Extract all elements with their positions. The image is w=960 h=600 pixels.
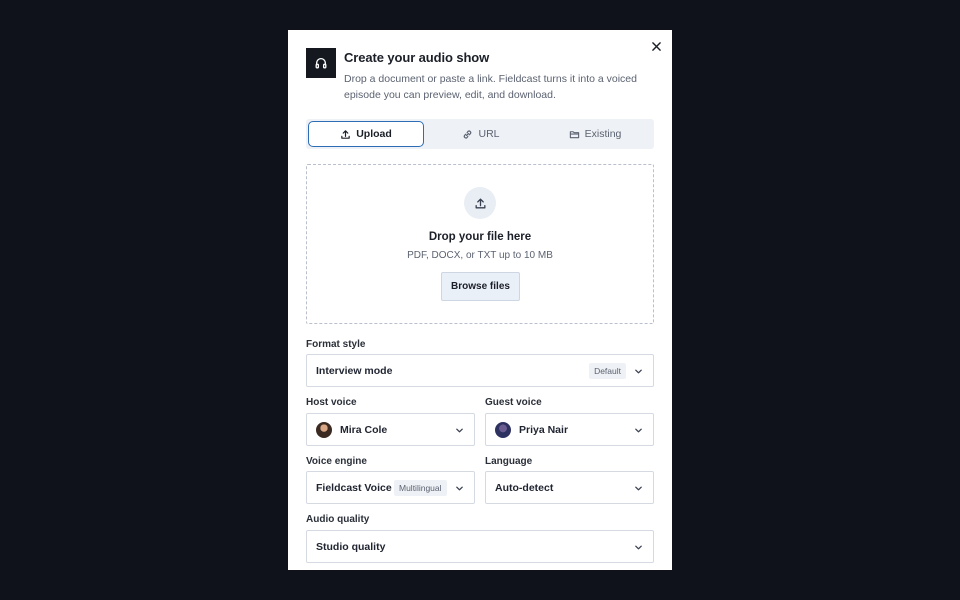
voice-engine-value: Fieldcast Voice	[316, 481, 392, 494]
format-style-select[interactable]: Interview mode Default	[306, 354, 654, 387]
create-audio-show-dialog: Create your audio show Drop a document o…	[288, 30, 672, 570]
tab-upload-label: Upload	[356, 128, 392, 140]
dropzone-hint: PDF, DOCX, or TXT up to 10 MB	[407, 250, 553, 261]
chevron-down-icon	[456, 428, 463, 433]
multilingual-badge: Multilingual	[394, 480, 447, 496]
dialog-title: Create your audio show	[344, 50, 490, 65]
tab-upload[interactable]: Upload	[308, 121, 424, 147]
audio-quality-select[interactable]: Studio quality	[306, 530, 654, 563]
format-style-label: Format style	[306, 339, 366, 350]
guest-voice-value: Priya Nair	[519, 423, 569, 436]
host-voice-label: Host voice	[306, 397, 357, 408]
format-style-value: Interview mode	[316, 364, 393, 377]
default-badge: Default	[589, 363, 626, 379]
folder-icon	[569, 130, 579, 138]
tab-existing-label: Existing	[584, 128, 622, 140]
guest-voice-select[interactable]: Priya Nair	[485, 413, 654, 446]
source-tabs: Upload URL Existing	[306, 119, 654, 149]
chevron-down-icon	[456, 486, 463, 491]
headphones-icon	[306, 48, 336, 78]
language-value: Auto-detect	[495, 481, 554, 494]
link-icon	[464, 129, 472, 139]
language-label: Language	[485, 456, 533, 467]
host-voice-value: Mira Cole	[340, 423, 388, 436]
chevron-down-icon	[635, 369, 642, 374]
upload-icon	[341, 129, 350, 139]
voice-engine-select[interactable]: Fieldcast Voice Multilingual	[306, 471, 475, 504]
chevron-down-icon	[635, 486, 642, 491]
chevron-down-icon	[635, 428, 642, 433]
audio-quality-value: Studio quality	[316, 540, 386, 553]
host-avatar	[316, 421, 332, 438]
close-icon	[651, 41, 661, 51]
tab-existing[interactable]: Existing	[538, 121, 652, 147]
browse-files-button[interactable]: Browse files	[441, 272, 520, 301]
guest-voice-label: Guest voice	[485, 397, 542, 408]
tab-url-label: URL	[478, 128, 500, 140]
chevron-down-icon	[635, 545, 642, 550]
guest-avatar	[495, 421, 511, 438]
file-dropzone[interactable]: Drop your file here PDF, DOCX, or TXT up…	[306, 164, 654, 324]
dropzone-title: Drop your file here	[428, 231, 532, 243]
upload-icon	[464, 187, 496, 219]
dialog-subtitle: Drop a document or paste a link. Fieldca…	[344, 73, 637, 101]
audio-quality-label: Audio quality	[306, 514, 370, 525]
host-voice-select[interactable]: Mira Cole	[306, 413, 475, 446]
language-select[interactable]: Auto-detect	[485, 471, 654, 504]
close-button[interactable]	[649, 39, 663, 53]
voice-engine-label: Voice engine	[306, 456, 367, 467]
tab-url[interactable]: URL	[424, 121, 538, 147]
